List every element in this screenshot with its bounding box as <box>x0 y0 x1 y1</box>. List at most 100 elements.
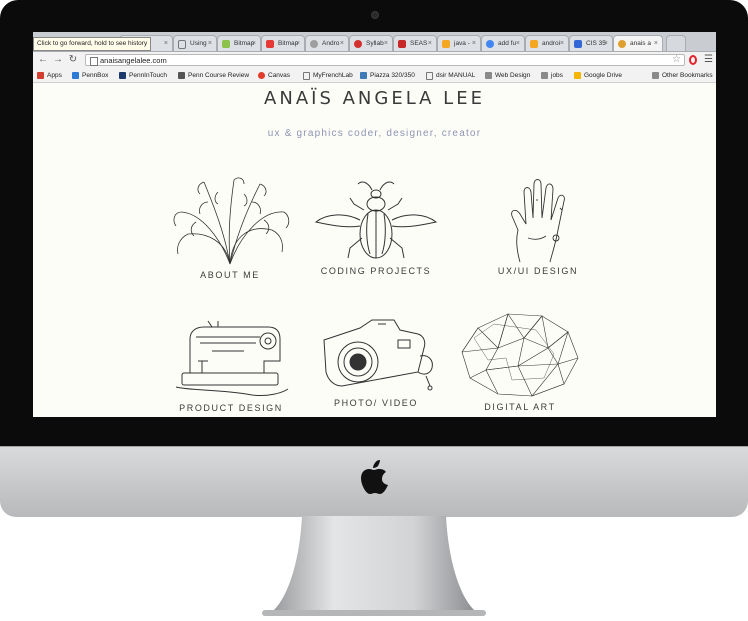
tab-label: Using <box>190 40 207 47</box>
penn-shield-icon <box>119 72 126 79</box>
about-me-link[interactable]: ABOUT ME <box>165 172 295 280</box>
coding-projects-link[interactable]: CODING PROJECTS <box>311 176 441 276</box>
bookmark-label: dsir MANUAL <box>436 72 476 79</box>
globe-icon <box>310 40 318 48</box>
new-tab-button[interactable] <box>666 35 686 51</box>
imac-stand <box>262 516 486 616</box>
tab[interactable]: SEAS × <box>393 35 437 51</box>
folder-icon <box>652 72 659 79</box>
bookmark-piazza[interactable]: Piazza 320/350 <box>360 69 415 82</box>
bookmark-label: PennBox <box>82 72 109 79</box>
close-tab-icon[interactable]: × <box>208 36 212 51</box>
close-tab-icon[interactable]: × <box>516 36 520 51</box>
bookmark-label: Web Design <box>495 72 531 79</box>
seaweed-icon <box>173 177 290 265</box>
coding-projects-label: CODING PROJECTS <box>320 266 432 276</box>
box-icon <box>72 72 79 79</box>
tab[interactable]: CIS 35 × <box>569 35 613 51</box>
bookmark-label: Google Drive <box>584 72 622 79</box>
beetle-icon <box>314 181 438 259</box>
tab-label: Syllab <box>366 40 384 47</box>
about-me-label: ABOUT ME <box>200 270 260 280</box>
menu-icon[interactable]: ☰ <box>704 54 713 66</box>
bookmark-label: Other Bookmarks <box>662 72 713 79</box>
review-icon <box>178 72 185 79</box>
digital-art-link[interactable]: DIGITAL ART <box>455 308 585 412</box>
photo-video-link[interactable]: PHOTO/ VIDEO <box>311 316 441 408</box>
opera-extension-icon[interactable] <box>689 55 697 65</box>
forward-tooltip: Click to go forward, hold to see history <box>33 37 152 51</box>
canvas-icon <box>258 72 265 79</box>
tab[interactable]: java - × <box>437 35 481 51</box>
tab[interactable]: androi × <box>525 35 569 51</box>
close-tab-icon[interactable]: × <box>560 36 564 51</box>
product-design-label: PRODUCT DESIGN <box>179 403 283 413</box>
canvas-icon <box>354 40 362 48</box>
tab-label: CIS 35 <box>586 40 606 47</box>
bookmark-label: MyFrenchLab <box>313 72 353 79</box>
tab[interactable]: Andro × <box>305 35 349 51</box>
tab[interactable]: Bitmap × <box>261 35 305 51</box>
sewing-machine-icon <box>175 320 289 396</box>
tab-active[interactable]: anais a × <box>613 35 663 51</box>
tab-label: java - <box>454 40 470 47</box>
camera <box>371 11 379 19</box>
bookmark-label: PennInTouch <box>129 72 167 79</box>
bookmark-pennintouch[interactable]: PennInTouch <box>119 69 167 82</box>
folder-icon <box>485 72 492 79</box>
bookmark-myfrenchlab[interactable]: MyFrenchLab <box>303 69 353 82</box>
bookmarks-bar: Apps PennBox PennInTouch Penn Course Rev… <box>33 69 716 83</box>
folder-icon <box>541 72 548 79</box>
stackoverflow-icon <box>530 40 538 48</box>
bookmark-label: Apps <box>47 72 62 79</box>
close-tab-icon[interactable]: × <box>604 36 608 51</box>
site-icon <box>618 40 626 48</box>
back-arrow-icon[interactable]: ← <box>37 54 49 66</box>
bookmark-label: Piazza 320/350 <box>370 72 415 79</box>
close-tab-icon[interactable]: × <box>296 36 300 51</box>
photo-video-label: PHOTO/ VIDEO <box>333 398 419 408</box>
google-drive-icon <box>574 72 581 79</box>
tab[interactable]: add fu × <box>481 35 525 51</box>
site-tagline: ux & graphics coder, designer, creator <box>267 128 482 139</box>
bookmark-star-icon[interactable]: ☆ <box>672 54 681 66</box>
android-icon <box>222 40 230 48</box>
bookmark-apps[interactable]: Apps <box>37 69 62 82</box>
tab[interactable]: Bitmap × <box>217 35 261 51</box>
page-icon <box>178 40 186 49</box>
bookmark-other-bookmarks[interactable]: Other Bookmarks <box>652 69 713 82</box>
seas-icon <box>398 40 406 48</box>
camera-icon <box>323 319 433 391</box>
bookmark-dsir-manual[interactable]: dsir MANUAL <box>426 69 475 82</box>
stackoverflow-icon <box>442 40 450 48</box>
bookmark-canvas[interactable]: Canvas <box>258 69 290 82</box>
reload-icon[interactable]: ↻ <box>67 54 79 66</box>
site-icon <box>266 40 274 48</box>
tab[interactable]: Using × <box>173 35 217 51</box>
google-icon <box>486 40 494 48</box>
tab-label: add fu <box>498 40 517 47</box>
browser-toolbar: ← → ↻ anaisangelalee.com ☆ ☰ <box>33 52 716 69</box>
polygon-mesh-icon <box>461 313 579 397</box>
address-bar[interactable]: anaisangelalee.com <box>85 54 685 66</box>
tab[interactable]: Syllab × <box>349 35 393 51</box>
forward-arrow-icon[interactable]: → <box>52 54 64 66</box>
bookmark-pennbox[interactable]: PennBox <box>72 69 108 82</box>
ux-ui-design-link[interactable]: UX/UI DESIGN <box>473 178 603 276</box>
close-tab-icon[interactable]: × <box>654 36 658 51</box>
close-tab-icon[interactable]: × <box>252 36 256 51</box>
close-tab-icon[interactable]: × <box>384 36 388 51</box>
bookmark-penn-course-review[interactable]: Penn Course Review <box>178 69 249 82</box>
bookmark-jobs[interactable]: jobs <box>541 69 563 82</box>
bookmark-web-design[interactable]: Web Design <box>485 69 530 82</box>
close-tab-icon[interactable]: × <box>428 36 432 51</box>
bookmark-google-drive[interactable]: Google Drive <box>574 69 622 82</box>
piazza-icon <box>574 40 582 48</box>
apps-grid-icon <box>37 72 44 79</box>
product-design-link[interactable]: PRODUCT DESIGN <box>169 317 293 413</box>
tab-label: SEAS <box>410 40 428 47</box>
bookmark-label: jobs <box>551 72 563 79</box>
close-tab-icon[interactable]: × <box>472 36 476 51</box>
close-tab-icon[interactable]: × <box>340 36 344 51</box>
bookmark-label: Canvas <box>268 72 291 79</box>
